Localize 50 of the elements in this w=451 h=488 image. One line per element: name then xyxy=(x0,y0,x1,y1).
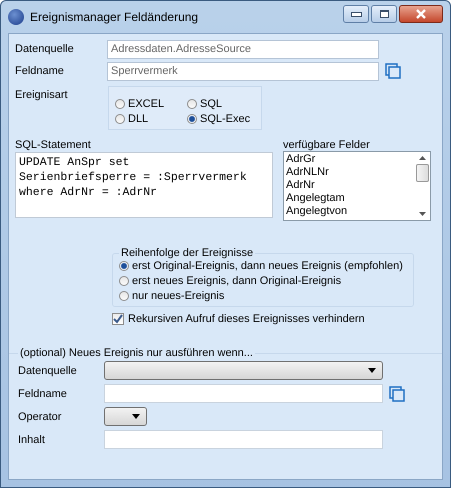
field-label: SQL-Statement xyxy=(15,139,92,151)
radio-button[interactable] xyxy=(119,291,129,301)
radio-label: DLL xyxy=(128,113,148,125)
radio-button[interactable] xyxy=(115,114,125,124)
radio-label: EXCEL xyxy=(128,98,164,110)
field-label: Datenquelle xyxy=(18,364,78,376)
radio-label: nur neues-Ereignis xyxy=(132,290,224,302)
text-field[interactable]: Sperrvermerk xyxy=(107,62,379,80)
group-title: Reihenfolge der Ereignisse xyxy=(120,247,254,259)
list-item[interactable]: AdrGr xyxy=(286,153,412,166)
field-label: verfügbare Felder xyxy=(283,139,371,151)
minimize-button[interactable] xyxy=(343,5,369,23)
caret-icon xyxy=(132,414,140,419)
list-item[interactable]: Angelegtvon xyxy=(286,205,412,218)
copy-icon[interactable] xyxy=(385,63,401,79)
radio-button[interactable] xyxy=(187,99,197,109)
dropdown[interactable] xyxy=(104,407,147,426)
group-title: (optional) Neues Ereignis nur ausführen wenn... xyxy=(19,347,254,359)
window-title: Ereignismanager Feldänderung xyxy=(30,10,200,24)
close-icon xyxy=(415,9,427,19)
copy-icon[interactable] xyxy=(389,386,405,402)
sql-field[interactable]: UPDATE AnSpr set Serienbriefsperre = :Sperrvermerk where AdrNr = :AdrNr xyxy=(15,152,273,218)
checkbox-label: Rekursiven Aufruf dieses Ereignisses verhindern xyxy=(128,313,365,325)
field-label: Operator xyxy=(18,410,62,422)
field-label: Feldname xyxy=(18,388,68,400)
radio-label: erst Original-Ereignis, dann neues Ereignis (empfohlen) xyxy=(132,260,403,272)
list-item[interactable]: AdrNr xyxy=(286,179,412,192)
field-label: Ereignisart xyxy=(15,89,69,101)
field-label: Datenquelle xyxy=(15,43,75,55)
list-item[interactable]: Angelegtam xyxy=(286,192,412,205)
radio-button[interactable] xyxy=(115,99,125,109)
input-field[interactable] xyxy=(104,430,383,449)
radio-label: SQL xyxy=(200,98,222,110)
text-field[interactable]: Adressdaten.AdresseSource xyxy=(107,40,379,58)
down-arrow-icon[interactable] xyxy=(418,212,426,216)
up-arrow-icon[interactable] xyxy=(418,156,426,160)
field-label: Inhalt xyxy=(18,434,46,446)
radio-button[interactable] xyxy=(187,114,197,124)
caret-icon xyxy=(368,368,376,373)
maximize-button[interactable] xyxy=(371,5,397,23)
radio-button[interactable] xyxy=(119,261,129,271)
radio-label: erst neues Ereignis, dann Original-Ereignis xyxy=(132,275,342,287)
field-label: Feldname xyxy=(15,65,65,77)
radio-label: SQL-Exec xyxy=(200,113,250,125)
radio-button[interactable] xyxy=(119,276,129,286)
app-icon xyxy=(8,9,24,25)
close-button[interactable] xyxy=(399,5,443,23)
input-field[interactable] xyxy=(104,384,383,403)
list-item[interactable]: AdrNLNr xyxy=(286,166,412,179)
checkbox[interactable] xyxy=(112,313,124,325)
